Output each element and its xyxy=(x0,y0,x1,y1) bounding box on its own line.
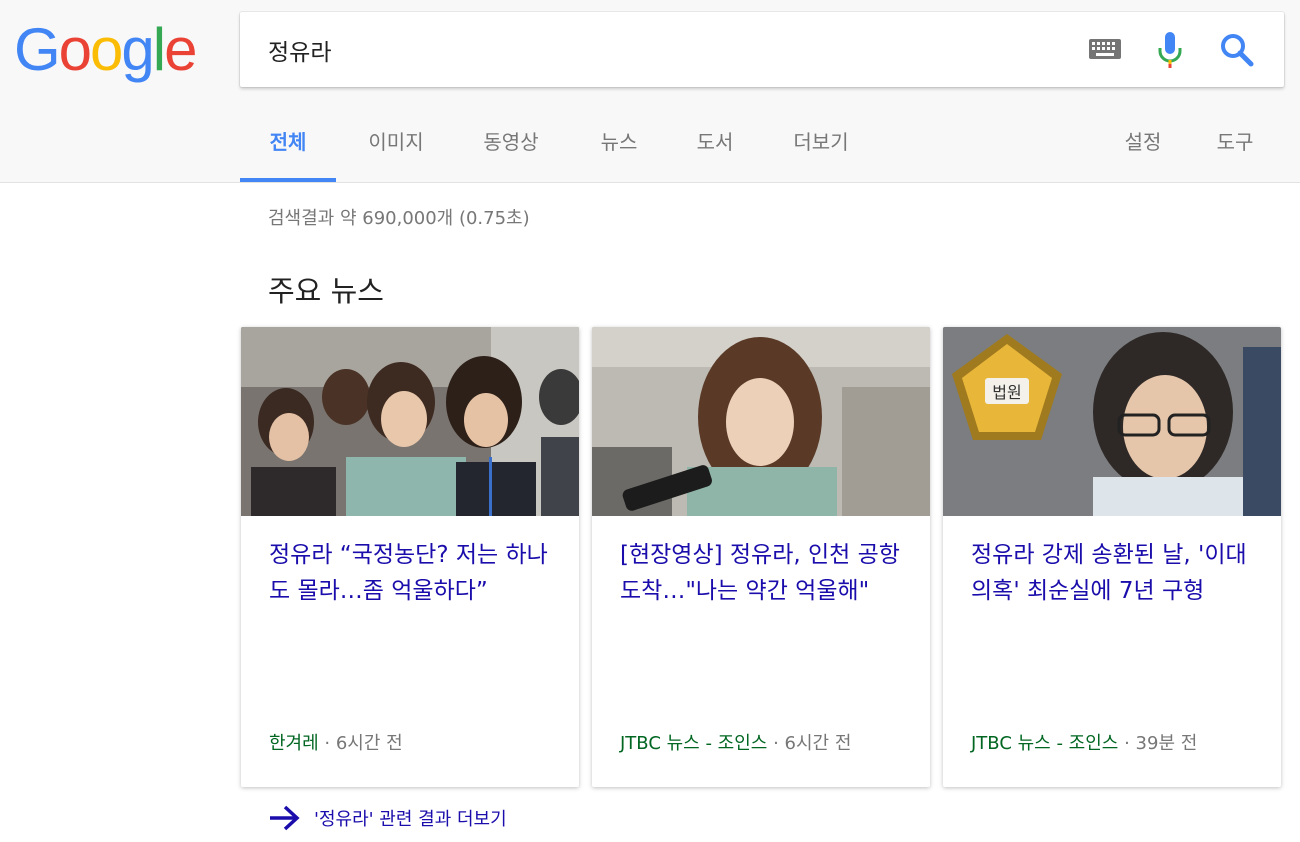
google-logo[interactable]: Google xyxy=(14,14,198,86)
search-box xyxy=(240,12,1284,87)
news-photo-court: 법원 xyxy=(943,327,1281,516)
logo-letter: e xyxy=(164,16,197,83)
news-time: 6시간 전 xyxy=(784,733,852,754)
meta-separator: · xyxy=(1118,733,1136,754)
more-news-label: '정유라' 관련 결과 더보기 xyxy=(314,809,507,830)
news-card-title[interactable]: [현장영상] 정유라, 인천 공항 도착…"나는 약간 억울해" xyxy=(620,537,910,609)
news-photo-airport xyxy=(592,327,930,516)
news-time: 6시간 전 xyxy=(335,733,403,754)
tab-all[interactable]: 전체 xyxy=(240,118,336,182)
news-card[interactable]: 정유라 “국정농단? 저는 하나도 몰라…좀 억울하다” 한겨레 · 6시간 전 xyxy=(241,327,579,787)
logo-letter: o xyxy=(58,16,92,83)
result-stats: 검색결과 약 690,000개 (0.75초) xyxy=(268,208,530,229)
meta-separator: · xyxy=(767,733,785,754)
tab-more[interactable]: 더보기 xyxy=(780,118,862,182)
news-card-meta: JTBC 뉴스 - 조인스 · 6시간 전 xyxy=(620,729,851,755)
news-card[interactable]: 법원 정유라 강제 송환된 날, '이대 의혹' 최순실에 7년 구형 JTBC… xyxy=(943,327,1281,787)
news-card-meta: 한겨레 · 6시간 전 xyxy=(269,729,403,755)
news-card-title[interactable]: 정유라 강제 송환된 날, '이대 의혹' 최순실에 7년 구형 xyxy=(971,537,1261,609)
microphone-icon[interactable] xyxy=(1156,30,1184,70)
keyboard-icon[interactable] xyxy=(1089,39,1121,59)
news-source: 한겨레 xyxy=(269,733,319,754)
news-card[interactable]: [현장영상] 정유라, 인천 공항 도착…"나는 약간 억울해" JTBC 뉴스… xyxy=(592,327,930,787)
news-thumbnail: 법원 xyxy=(943,327,1281,516)
meta-separator: · xyxy=(318,733,336,754)
tab-news[interactable]: 뉴스 xyxy=(588,118,650,182)
more-news-link[interactable]: '정유라' 관련 결과 더보기 xyxy=(268,800,507,836)
tab-videos[interactable]: 동영상 xyxy=(470,118,552,182)
search-input[interactable] xyxy=(268,30,1068,70)
arrow-right-icon xyxy=(270,805,300,831)
logo-letter: G xyxy=(14,16,61,83)
tab-settings[interactable]: 설정 xyxy=(1112,118,1174,182)
top-news-heading: 주요 뉴스 xyxy=(268,274,384,308)
news-thumbnail xyxy=(592,327,930,516)
tab-books[interactable]: 도서 xyxy=(684,118,746,182)
news-source: JTBC 뉴스 - 조인스 xyxy=(971,733,1119,754)
news-thumbnail xyxy=(241,327,579,516)
header: Google 전체 이미지 동영상 뉴스 도서 더보기 설정 xyxy=(0,0,1300,183)
tab-images[interactable]: 이미지 xyxy=(350,118,442,182)
court-badge-text: 법원 xyxy=(992,383,1021,402)
logo-letter: g xyxy=(121,16,154,83)
search-icon[interactable] xyxy=(1219,32,1255,68)
news-card-meta: JTBC 뉴스 - 조인스 · 39분 전 xyxy=(971,729,1197,755)
tab-tools[interactable]: 도구 xyxy=(1204,118,1266,182)
logo-letter: l xyxy=(152,16,166,83)
news-time: 39분 전 xyxy=(1135,733,1198,754)
logo-letter: o xyxy=(90,16,123,83)
news-card-title[interactable]: 정유라 “국정농단? 저는 하나도 몰라…좀 억울하다” xyxy=(269,537,559,609)
news-photo-crowd xyxy=(241,327,579,516)
news-source: JTBC 뉴스 - 조인스 xyxy=(620,733,768,754)
